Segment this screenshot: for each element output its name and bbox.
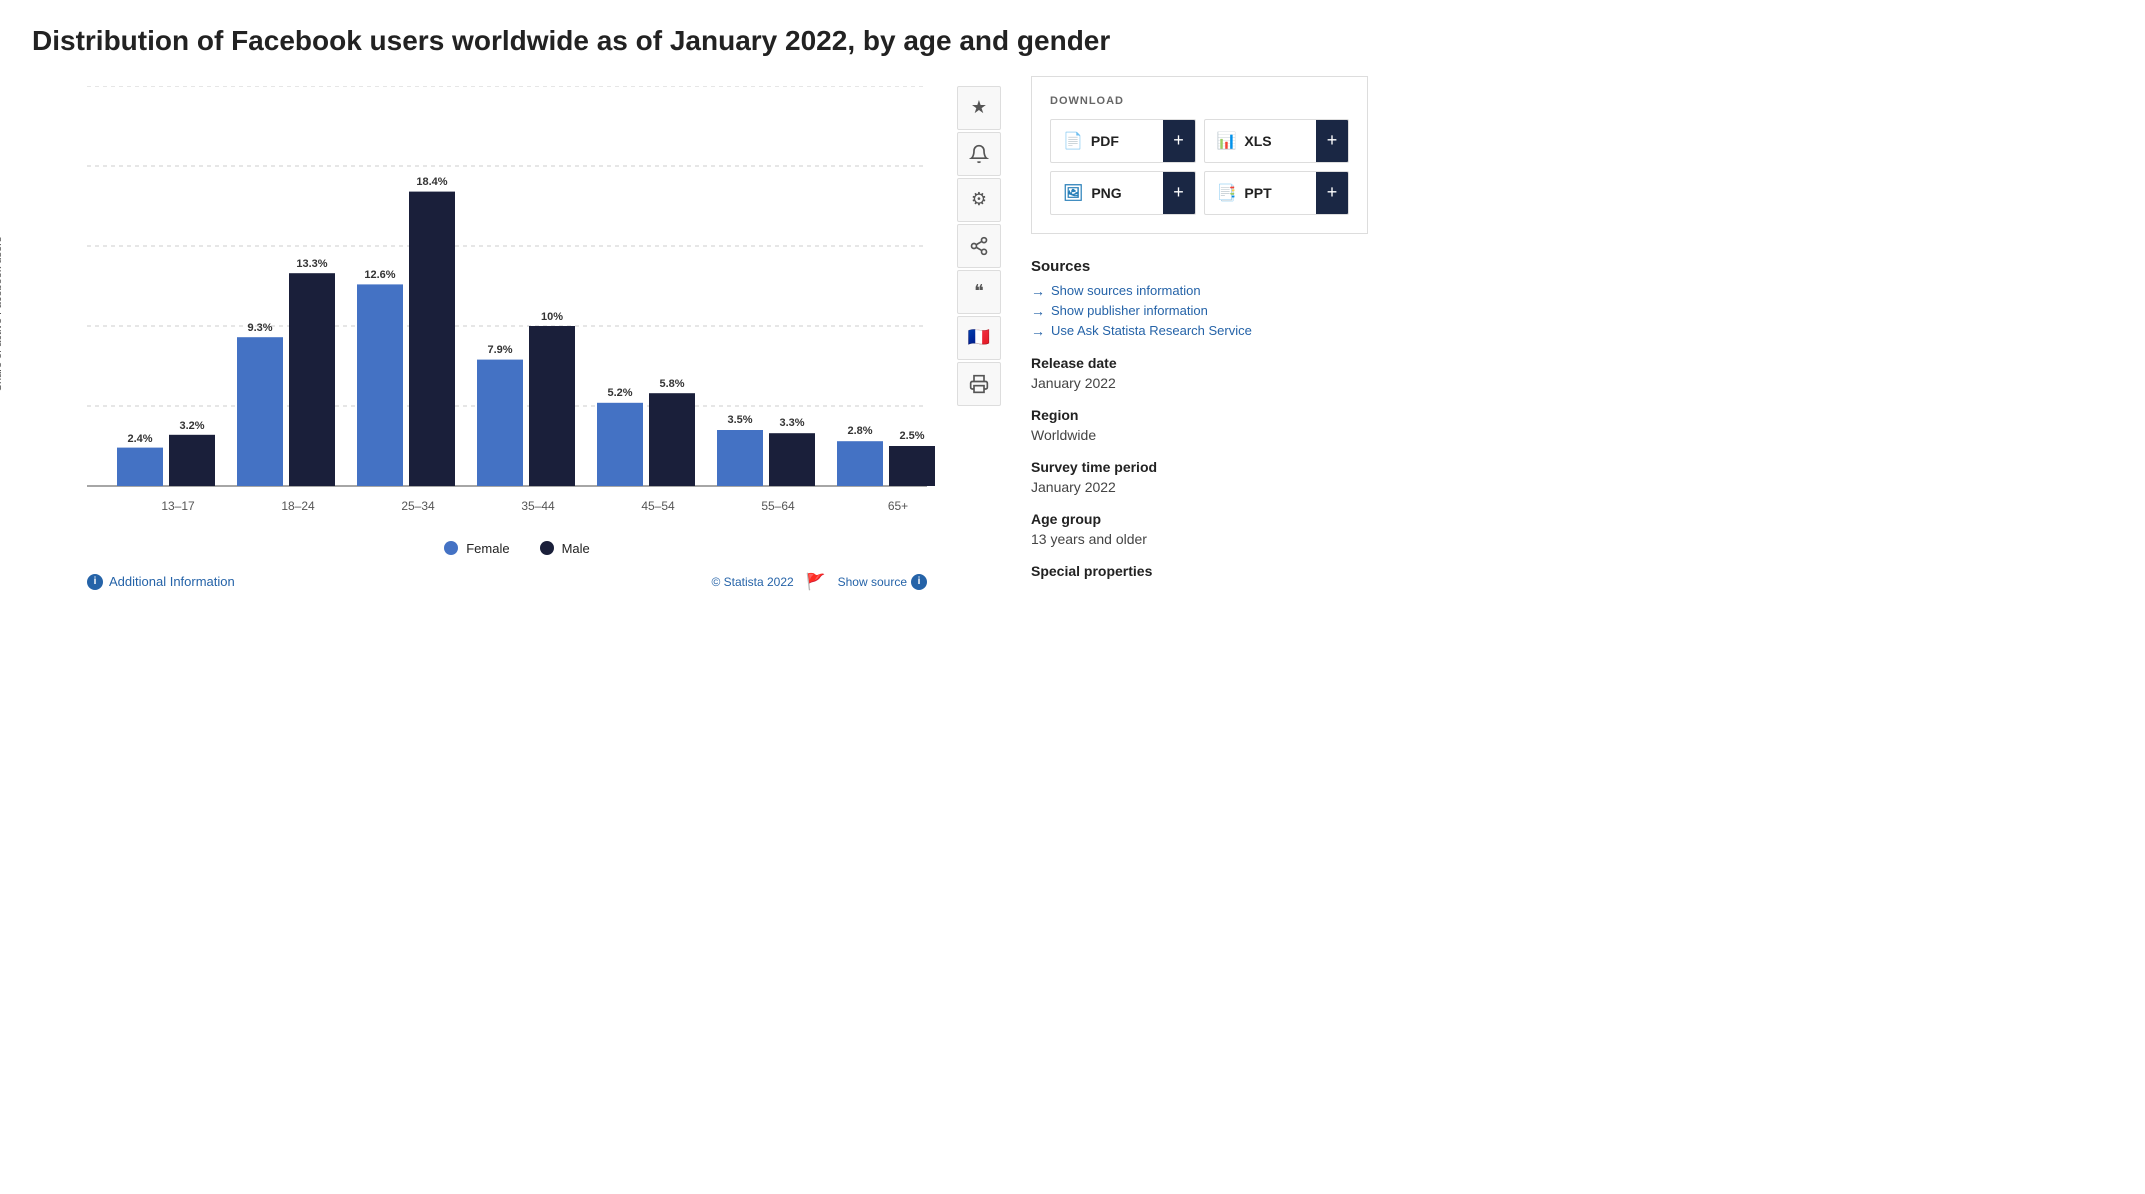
legend-male-label: Male <box>562 541 590 556</box>
survey-period-label: Survey time period <box>1031 459 1368 475</box>
additional-info-link[interactable]: i Additional Information <box>87 574 235 590</box>
region-block: Region Worldwide <box>1031 407 1368 443</box>
ppt-label: PPT <box>1244 185 1271 201</box>
flag-small-icon: 🚩 <box>806 572 826 592</box>
right-panel: DOWNLOAD 📄 PDF + 📊 XLS <box>1001 76 1368 595</box>
show-sources-link[interactable]: → Show sources information <box>1031 283 1368 299</box>
svg-text:13.3%: 13.3% <box>296 258 327 270</box>
legend-female-dot <box>444 541 458 555</box>
legend-female: Female <box>444 541 509 556</box>
svg-text:3.3%: 3.3% <box>779 417 804 429</box>
svg-text:12.6%: 12.6% <box>364 269 395 281</box>
copyright-text: © Statista 2022 <box>711 575 793 589</box>
share-button[interactable] <box>957 224 1001 268</box>
release-date-label: Release date <box>1031 355 1368 371</box>
show-publisher-link[interactable]: → Show publisher information <box>1031 303 1368 319</box>
release-date-block: Release date January 2022 <box>1031 355 1368 391</box>
svg-text:9.3%: 9.3% <box>247 322 272 334</box>
xls-download-button[interactable]: 📊 XLS + <box>1204 119 1350 163</box>
ask-statista-link[interactable]: → Use Ask Statista Research Service <box>1031 323 1368 339</box>
svg-text:65+: 65+ <box>888 499 908 513</box>
xls-label: XLS <box>1244 133 1271 149</box>
age-group-block: Age group 13 years and older <box>1031 511 1368 547</box>
region-label: Region <box>1031 407 1368 423</box>
cite-button[interactable]: ❝ <box>957 270 1001 314</box>
release-date-value: January 2022 <box>1031 375 1368 391</box>
download-title: DOWNLOAD <box>1050 95 1349 107</box>
page-title: Distribution of Facebook users worldwide… <box>32 24 1368 58</box>
svg-text:45–54: 45–54 <box>641 499 675 513</box>
sidebar-toolbar: ★ ⚙ ❝ 🇫🇷 <box>957 86 1001 592</box>
svg-text:3.5%: 3.5% <box>727 414 752 426</box>
ppt-plus-button[interactable]: + <box>1316 172 1348 214</box>
pdf-icon: 📄 <box>1063 131 1083 151</box>
svg-text:2.8%: 2.8% <box>847 425 872 437</box>
sources-title: Sources <box>1031 258 1368 275</box>
svg-text:3.2%: 3.2% <box>179 420 204 432</box>
svg-text:18–24: 18–24 <box>281 499 315 513</box>
svg-text:10%: 10% <box>541 311 563 323</box>
legend-male: Male <box>540 541 590 556</box>
bookmark-button[interactable]: ★ <box>957 86 1001 130</box>
special-properties-label: Special properties <box>1031 563 1368 579</box>
special-properties-block: Special properties <box>1031 563 1368 579</box>
ppt-download-button[interactable]: 📑 PPT + <box>1204 171 1350 215</box>
png-icon: 🖼 <box>1063 183 1083 203</box>
info-icon: i <box>87 574 103 590</box>
svg-text:7.9%: 7.9% <box>487 344 512 356</box>
survey-period-block: Survey time period January 2022 <box>1031 459 1368 495</box>
age-group-value: 13 years and older <box>1031 531 1368 547</box>
flag-button[interactable]: 🇫🇷 <box>957 316 1001 360</box>
svg-text:25–34: 25–34 <box>401 499 435 513</box>
svg-text:2.5%: 2.5% <box>899 430 924 442</box>
notification-button[interactable] <box>957 132 1001 176</box>
show-source-link[interactable]: Show source i <box>838 574 927 590</box>
png-download-button[interactable]: 🖼 PNG + <box>1050 171 1196 215</box>
download-grid: 📄 PDF + 📊 XLS + <box>1050 119 1349 215</box>
png-plus-button[interactable]: + <box>1163 172 1195 214</box>
legend-female-label: Female <box>466 541 509 556</box>
svg-text:13–17: 13–17 <box>161 499 195 513</box>
survey-period-value: January 2022 <box>1031 479 1368 495</box>
age-group-label: Age group <box>1031 511 1368 527</box>
xls-icon: 📊 <box>1217 131 1237 151</box>
source-info-icon: i <box>911 574 927 590</box>
sources-block: Sources → Show sources information → Sho… <box>1031 258 1368 339</box>
download-section: DOWNLOAD 📄 PDF + 📊 XLS <box>1031 76 1368 234</box>
png-label: PNG <box>1091 185 1121 201</box>
svg-text:35–44: 35–44 <box>521 499 555 513</box>
svg-text:5.2%: 5.2% <box>607 387 632 399</box>
settings-button[interactable]: ⚙ <box>957 178 1001 222</box>
chart-legend: Female Male <box>87 541 947 556</box>
svg-text:5.8%: 5.8% <box>659 378 684 390</box>
y-axis-label: Share of active Facebook users <box>0 214 4 414</box>
legend-male-dot <box>540 541 554 555</box>
ppt-icon: 📑 <box>1217 183 1237 203</box>
info-section: Sources → Show sources information → Sho… <box>1031 258 1368 579</box>
pdf-plus-button[interactable]: + <box>1163 120 1195 162</box>
pdf-download-button[interactable]: 📄 PDF + <box>1050 119 1196 163</box>
region-value: Worldwide <box>1031 427 1368 443</box>
print-button[interactable] <box>957 362 1001 406</box>
xls-plus-button[interactable]: + <box>1316 120 1348 162</box>
svg-text:55–64: 55–64 <box>761 499 795 513</box>
bar-chart: 25% 20% 15% 10% 5% 0% 2.4% <box>87 86 947 526</box>
svg-text:18.4%: 18.4% <box>416 176 447 188</box>
pdf-label: PDF <box>1091 133 1119 149</box>
svg-text:2.4%: 2.4% <box>127 433 152 445</box>
